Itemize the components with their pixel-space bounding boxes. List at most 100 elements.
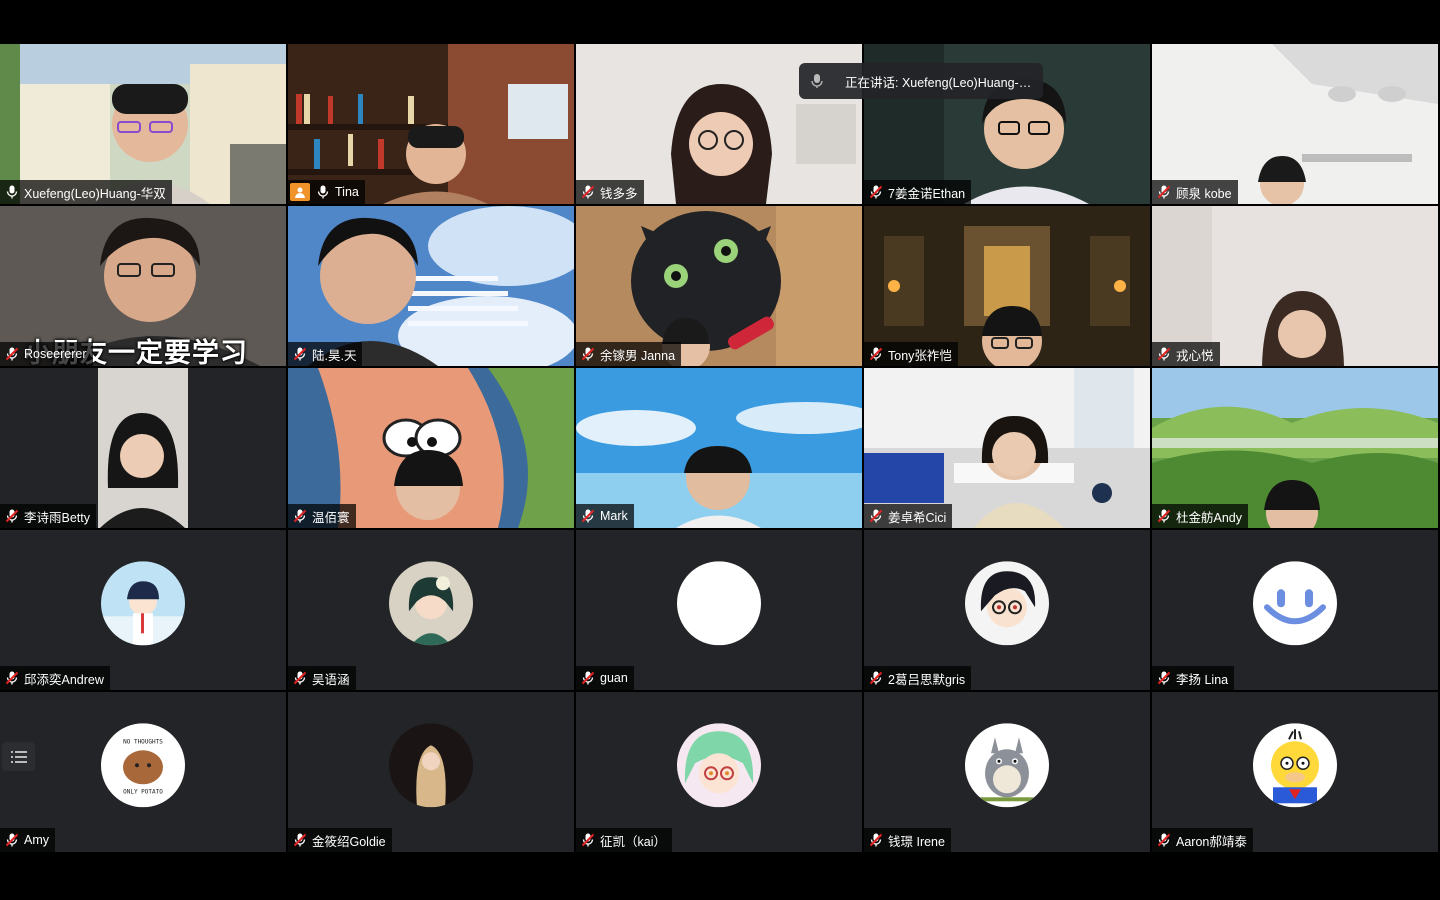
avatar-text-bottom: ONLY POTATO xyxy=(123,788,163,795)
participant-name-tag: 征凯（kai） xyxy=(576,828,672,852)
mic-off-icon xyxy=(581,833,595,847)
participant-name-tag: 顾泉 kobe xyxy=(1152,180,1238,204)
participant-name-tag: Tina xyxy=(288,180,365,204)
mic-off-icon xyxy=(293,509,307,523)
participant-name: 李扬 Lina xyxy=(1176,672,1229,687)
person-icon xyxy=(290,183,310,201)
participant-tile[interactable]: 温佰寰 xyxy=(288,368,574,528)
participant-name-tag: 陆.昊.天 xyxy=(288,342,363,366)
participant-tile[interactable]: 钱璟 Irene xyxy=(864,692,1150,852)
participant-name: guan xyxy=(600,671,628,685)
participant-avatar xyxy=(1253,561,1337,646)
participant-tile[interactable]: 2葛吕思默gris xyxy=(864,530,1150,690)
participant-tile[interactable]: 陆.昊.天 xyxy=(288,206,574,366)
mic-off-icon xyxy=(1157,509,1171,523)
participant-avatar xyxy=(677,723,761,808)
participant-name: 陆.昊.天 xyxy=(312,348,357,363)
participant-name-tag: Tony张祚恺 xyxy=(864,342,958,366)
participant-name-tag: 李诗雨Betty xyxy=(0,504,96,528)
participant-name-tag: Xuefeng(Leo)Huang-华双 xyxy=(0,180,172,204)
participant-tile[interactable]: 征凯（kai） xyxy=(576,692,862,852)
participant-name: 钱多多 xyxy=(600,186,638,201)
participant-name-tag: 钱多多 xyxy=(576,180,644,204)
participant-avatar xyxy=(389,561,473,646)
active-speaker-indicator: 正在讲话: Xuefeng(Leo)Huang-华双 xyxy=(799,63,1043,99)
participant-name: Amy xyxy=(24,833,49,847)
participant-name-tag: Amy xyxy=(0,828,55,852)
video-grid: Xuefeng(Leo)Huang-华双 Tina 钱多多 7姜金诺Ethan … xyxy=(0,44,1440,854)
participant-name-tag: 姜卓希Cici xyxy=(864,504,953,528)
mic-off-icon xyxy=(293,347,307,361)
participant-tile[interactable]: guan xyxy=(576,530,862,690)
participant-name: 钱璟 Irene xyxy=(888,834,945,849)
participant-name: Aaron郝靖泰 xyxy=(1176,834,1247,849)
participant-tile[interactable]: 姜卓希Cici xyxy=(864,368,1150,528)
participant-tile[interactable]: Tony张祚恺 xyxy=(864,206,1150,366)
mic-off-icon xyxy=(869,833,883,847)
mic-off-icon xyxy=(869,347,883,361)
mic-off-icon xyxy=(5,833,19,847)
participant-name: 2葛吕思默gris xyxy=(888,672,966,687)
participant-name: Tony张祚恺 xyxy=(888,348,952,363)
participant-name-tag: 温佰寰 xyxy=(288,504,356,528)
mic-off-icon xyxy=(869,671,883,685)
participant-tile[interactable]: Aaron郝靖泰 xyxy=(1152,692,1438,852)
participant-name: 征凯（kai） xyxy=(600,834,666,849)
mic-off-icon xyxy=(1157,185,1171,199)
mic-off-icon xyxy=(581,185,595,199)
participant-list-button[interactable] xyxy=(2,742,35,771)
participant-name-tag: 李扬 Lina xyxy=(1152,666,1235,690)
participant-tile[interactable]: Tina xyxy=(288,44,574,204)
participant-avatar: NO THOUGHTS ONLY POTATO xyxy=(101,723,185,808)
participant-tile[interactable]: 杜金舫Andy xyxy=(1152,368,1438,528)
participant-avatar xyxy=(1253,723,1337,808)
participant-name-tag: Mark xyxy=(576,504,634,528)
mic-icon xyxy=(317,185,329,199)
participant-name-tag: 7姜金诺Ethan xyxy=(864,180,972,204)
participant-name-tag: 2葛吕思默gris xyxy=(864,666,972,690)
mic-off-icon xyxy=(5,509,19,523)
mic-icon xyxy=(799,73,835,89)
participant-avatar xyxy=(101,561,185,646)
participant-avatar xyxy=(389,723,473,808)
participant-tile[interactable]: 金筱绍Goldie xyxy=(288,692,574,852)
participant-tile[interactable]: Xuefeng(Leo)Huang-华双 xyxy=(0,44,286,204)
participant-name-tag: 杜金舫Andy xyxy=(1152,504,1248,528)
participant-name: Tina xyxy=(335,185,359,199)
participant-name: 7姜金诺Ethan xyxy=(888,186,966,201)
mic-off-icon xyxy=(1157,671,1171,685)
participant-name-tag: Aaron郝靖泰 xyxy=(1152,828,1253,852)
mic-off-icon xyxy=(5,347,19,361)
participant-tile[interactable]: 顾泉 kobe xyxy=(1152,44,1438,204)
participant-name: Mark xyxy=(600,509,628,523)
participant-avatar xyxy=(965,561,1049,646)
participant-name-tag: 钱璟 Irene xyxy=(864,828,951,852)
participant-tile[interactable]: NO THOUGHTS ONLY POTATO Amy xyxy=(0,692,286,852)
participant-name-tag: 余镓男 Janna xyxy=(576,342,682,366)
participant-name-tag: 戎心悦 xyxy=(1152,342,1220,366)
participant-name: 李诗雨Betty xyxy=(24,510,90,525)
participant-tile[interactable]: 小朋友一定要学习 Roseererer xyxy=(0,206,286,366)
mic-icon xyxy=(6,185,18,199)
mic-off-icon xyxy=(1157,833,1171,847)
participant-name-tag: 吴语涵 xyxy=(288,666,356,690)
list-icon xyxy=(10,750,27,763)
participant-avatar xyxy=(677,561,761,646)
participant-tile[interactable]: 戎心悦 xyxy=(1152,206,1438,366)
mic-off-icon xyxy=(581,671,595,685)
mic-off-icon xyxy=(5,671,19,685)
participant-tile[interactable]: 李诗雨Betty xyxy=(0,368,286,528)
participant-tile[interactable]: 余镓男 Janna xyxy=(576,206,862,366)
participant-tile[interactable]: Mark xyxy=(576,368,862,528)
participant-tile[interactable]: 吴语涵 xyxy=(288,530,574,690)
mic-off-icon xyxy=(581,509,595,523)
participant-name: 杜金舫Andy xyxy=(1176,510,1242,525)
participant-name: Xuefeng(Leo)Huang-华双 xyxy=(24,186,166,201)
participant-name: 吴语涵 xyxy=(312,672,350,687)
participant-tile[interactable]: 李扬 Lina xyxy=(1152,530,1438,690)
participant-name: Roseererer xyxy=(24,347,87,361)
participant-tile[interactable]: 邱添奕Andrew xyxy=(0,530,286,690)
mic-off-icon xyxy=(293,671,307,685)
participant-avatar xyxy=(965,723,1049,808)
participant-name-tag: 金筱绍Goldie xyxy=(288,828,392,852)
